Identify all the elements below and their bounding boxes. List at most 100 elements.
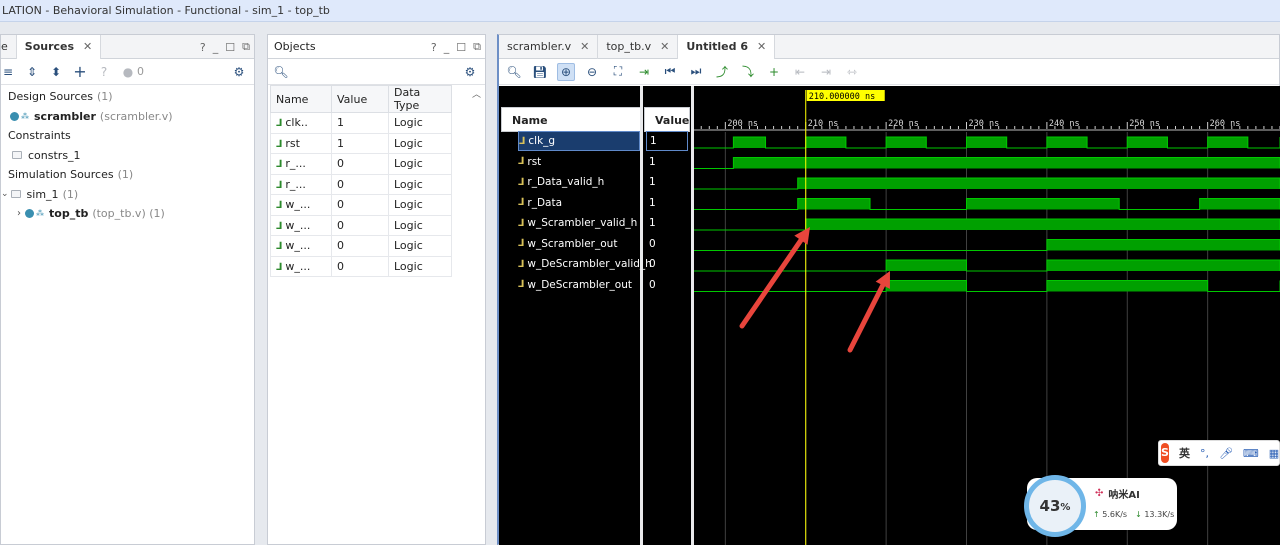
close-icon[interactable]: ✕ — [580, 40, 589, 53]
info-icon[interactable]: ? — [95, 63, 113, 81]
signal-name[interactable]: ⅃ w_Scrambler_valid_h — [518, 213, 637, 233]
cursor-time-label: 210.000000 ns — [809, 92, 876, 102]
wave-high-fill — [886, 260, 967, 271]
objects-title: Objects — [274, 40, 316, 53]
search-icon[interactable]: 🔍︎ — [505, 63, 523, 81]
save-icon[interactable]: 💾︎ — [531, 63, 549, 81]
object-value: 1 — [331, 132, 389, 154]
wave-high-fill — [886, 280, 967, 292]
object-value: 0 — [331, 153, 389, 175]
close-icon[interactable]: ✕ — [83, 40, 92, 53]
widget-app: ✣ 呐米AI — [1095, 488, 1140, 501]
col-type[interactable]: Data Type — [388, 85, 452, 113]
ime-language[interactable]: 英 — [1179, 445, 1190, 461]
cpu-percent-unit: % — [1060, 502, 1071, 513]
name-value-divider[interactable] — [640, 86, 643, 545]
tree-simulation-sources[interactable]: Simulation Sources (1) — [1, 165, 254, 185]
more-icon[interactable]: ▦ — [1269, 447, 1279, 460]
zoom-in-icon[interactable]: ⊕ — [557, 62, 575, 81]
table-row[interactable]: ⅃ w_... 0 Logic — [270, 255, 452, 277]
signal-value: 0 — [649, 237, 656, 250]
float-icon[interactable]: ⧉ — [242, 40, 250, 54]
waveform-canvas[interactable]: 200 ns 210 ns 220 ns 230 ns 240 ns 250 ns 260 … — [694, 86, 1280, 545]
float-icon[interactable]: ⧉ — [473, 40, 481, 54]
objects-rows: ⅃ clk.. 1 Logic ⅃ rst 1 Logic ⅃ r_... 0 Logic ⅃ r_...… — [270, 112, 452, 277]
help-icon[interactable]: ? — [431, 41, 437, 54]
collapse-all-icon[interactable]: ≡ — [1, 63, 17, 81]
minimize-icon[interactable]: _ — [213, 41, 219, 54]
signal-name[interactable]: ⅃ w_Scrambler_out — [518, 234, 617, 254]
table-row[interactable]: ⅃ w_... 0 Logic — [270, 235, 452, 257]
move-up-down-icon[interactable]: ⬍ — [47, 63, 65, 81]
signal-name[interactable]: ⅃ w_DeScrambler_valid_h — [518, 254, 652, 274]
prev-marker-icon[interactable]: ⇤ — [791, 63, 809, 81]
table-row[interactable]: ⅃ r_... 0 Logic — [270, 173, 452, 195]
tree-top-tb[interactable]: › ⁂ top_tb (top_tb.v) (1) — [1, 204, 254, 224]
signal-name[interactable]: ⅃ r_Data — [518, 193, 562, 213]
minimize-icon[interactable]: _ — [444, 41, 450, 54]
next-marker-icon[interactable]: ⇥ — [817, 63, 835, 81]
goto-start-icon[interactable]: ⏮ — [661, 63, 679, 81]
tab-scrambler-v[interactable]: scrambler.v ✕ — [499, 35, 599, 59]
table-row[interactable]: ⅃ w_... 0 Logic — [270, 194, 452, 216]
signal-value: 0 — [649, 258, 656, 270]
goto-cursor-icon[interactable]: ⇥ — [635, 63, 653, 81]
status-count: 0 — [137, 65, 144, 78]
table-row[interactable]: ⅃ r_... 0 Logic — [270, 153, 452, 175]
signal-name[interactable]: ⅃ rst — [518, 152, 541, 172]
swap-cursors-icon[interactable]: ⇿ — [843, 63, 861, 81]
gear-icon[interactable]: ⚙ — [461, 63, 479, 81]
expand-all-icon[interactable]: ⇕ — [23, 63, 41, 81]
panel-window-controls: ? _ ☐ ⧉ — [431, 35, 481, 59]
gear-icon[interactable]: ⚙ — [230, 63, 248, 81]
wave-high-fill — [966, 198, 1120, 210]
signal-icon: ⅃ — [276, 241, 283, 253]
tab-sources[interactable]: Sources ✕ — [16, 35, 102, 59]
col-name[interactable]: Name — [270, 85, 332, 113]
keyboard-icon[interactable]: ⌨ — [1243, 447, 1259, 460]
wave-high-fill — [797, 198, 871, 210]
add-icon[interactable]: + — [71, 62, 89, 81]
signal-value: 0 — [649, 278, 656, 291]
signal-name[interactable]: ⅃ clk_g — [518, 131, 640, 151]
upload-icon: ↑ — [1093, 510, 1100, 519]
signal-name[interactable]: ⅃ w_DeScrambler_out — [518, 275, 632, 295]
tree-constrs-1[interactable]: constrs_1 — [1, 146, 254, 166]
close-icon[interactable]: ✕ — [660, 40, 669, 53]
signal-icon: ⅃ — [276, 179, 283, 191]
tab-top-tb-v[interactable]: top_tb.v ✕ — [598, 35, 679, 59]
waveform-viewer[interactable]: Name Value ⅃ clk_g 1 ⅃ rst 1 ⅃ r_Data_valid_h 1 ⅃… — [499, 86, 1280, 545]
restore-icon[interactable]: ☐ — [225, 41, 235, 54]
cpu-gauge[interactable]: 43% — [1024, 475, 1086, 537]
wave-high-fill — [1046, 280, 1208, 292]
sources-toolbar: ≡ ⇕ ⬍ + ? ● 0 ⚙ — [1, 59, 254, 85]
zoom-fit-icon[interactable]: ⛶ — [609, 63, 627, 81]
tree-sim-1[interactable]: ⌄ sim_1 (1) — [1, 185, 254, 205]
zoom-out-icon[interactable]: ⊖ — [583, 63, 601, 81]
tree-scrambler[interactable]: ⁂ scrambler (scrambler.v) — [1, 107, 254, 127]
objects-tabrow: Objects ? _ ☐ ⧉ — [268, 35, 485, 59]
prev-transition-icon[interactable]: ⤴ — [713, 63, 731, 81]
search-icon[interactable]: 🔍︎ — [272, 63, 290, 81]
tree-constraints[interactable]: Constraints — [1, 126, 254, 146]
tab-untitled-6[interactable]: Untitled 6 ✕ — [678, 35, 776, 59]
scroll-up-icon[interactable]: ︿ — [472, 87, 481, 100]
chevron-right-icon[interactable]: › — [17, 208, 21, 219]
help-icon[interactable]: ? — [200, 41, 206, 54]
punctuation-icon[interactable]: °, — [1200, 447, 1209, 460]
next-transition-icon[interactable]: ⤵ — [739, 63, 757, 81]
col-value[interactable]: Value — [331, 85, 389, 113]
table-row[interactable]: ⅃ w_... 0 Logic — [270, 214, 452, 236]
goto-end-icon[interactable]: ⏭ — [687, 63, 705, 81]
microphone-icon[interactable]: 🎤︎ — [1219, 447, 1233, 460]
wave-high-fill — [1046, 239, 1280, 251]
table-row[interactable]: ⅃ rst 1 Logic — [270, 132, 452, 154]
table-row[interactable]: ⅃ clk.. 1 Logic — [270, 112, 452, 134]
tab-prev[interactable]: e — [1, 35, 17, 59]
chevron-down-icon[interactable]: ⌄ — [1, 189, 9, 199]
add-marker-icon[interactable]: + — [765, 63, 783, 81]
tree-design-sources[interactable]: Design Sources (1) — [1, 87, 254, 107]
signal-name[interactable]: ⅃ r_Data_valid_h — [518, 172, 604, 192]
close-icon[interactable]: ✕ — [757, 40, 766, 53]
restore-icon[interactable]: ☐ — [456, 41, 466, 54]
